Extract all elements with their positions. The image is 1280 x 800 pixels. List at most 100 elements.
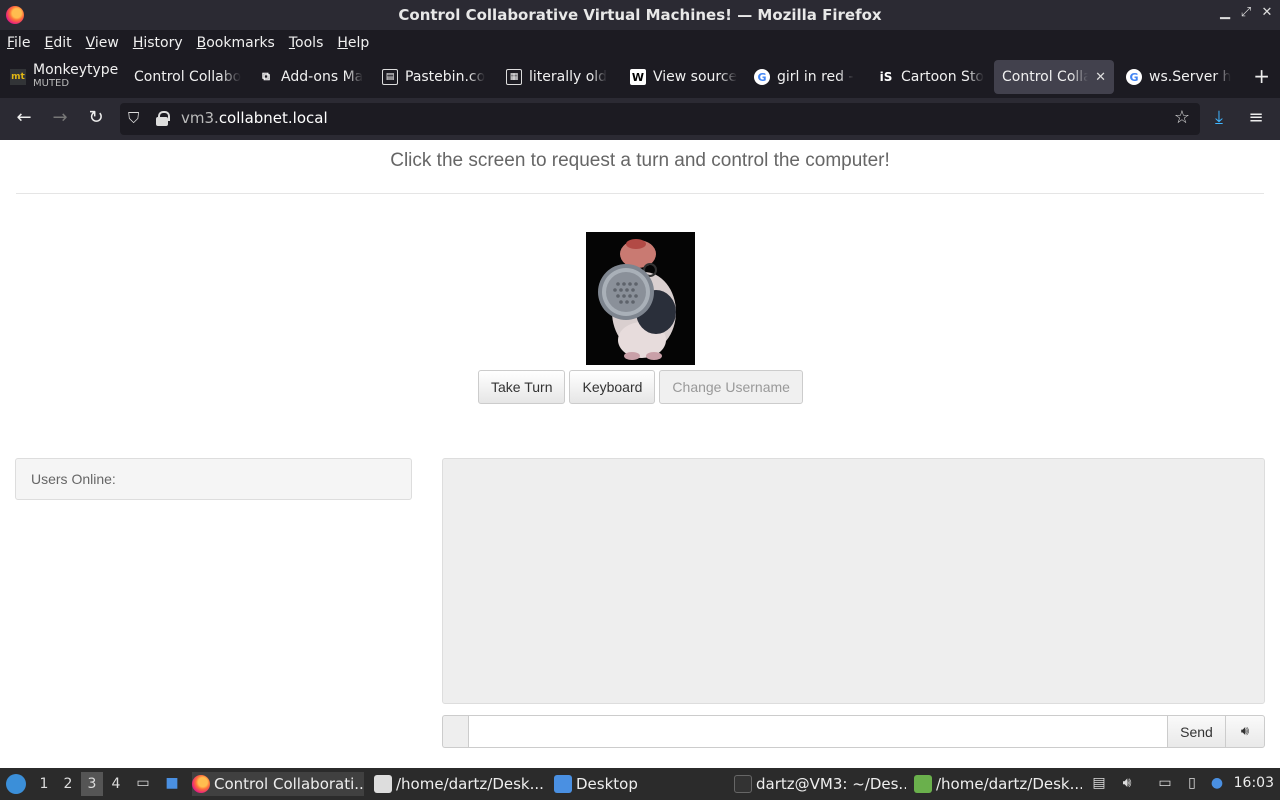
- chat-input[interactable]: [468, 715, 1168, 748]
- menu-bookmarks[interactable]: Bookmarks: [197, 35, 275, 51]
- updates-icon[interactable]: ●: [1208, 775, 1226, 793]
- navigation-bar: ← → ↻ ⛉ vm3.collabnet.local ☆ ⤓ ≡: [0, 98, 1280, 140]
- tab-view-source[interactable]: W View source: [624, 60, 742, 94]
- volume-icon[interactable]: 🔊︎: [1225, 715, 1265, 748]
- workspace-2[interactable]: 2: [57, 776, 79, 792]
- menu-history[interactable]: History: [133, 35, 183, 51]
- tab-monkeytype[interactable]: mt Monkeytype MUTED: [4, 60, 120, 94]
- task-terminal[interactable]: dartz@VM3: ~/Des...: [734, 772, 906, 796]
- image-viewer-icon: [914, 775, 932, 793]
- tab-girl-in-red[interactable]: G girl in red -: [748, 60, 866, 94]
- task-label: dartz@VM3: ~/Des...: [756, 775, 906, 793]
- firefox-icon: [192, 775, 210, 793]
- keyboard-button[interactable]: Keyboard: [569, 370, 656, 404]
- close-icon[interactable]: ✕: [1259, 5, 1275, 20]
- task-desktop-folder[interactable]: Desktop: [554, 772, 644, 796]
- take-turn-button[interactable]: Take Turn: [478, 370, 566, 404]
- new-tab-plus-icon[interactable]: +: [1253, 64, 1270, 88]
- workspace-1[interactable]: 1: [33, 776, 55, 792]
- tab-cartoon-stock[interactable]: iS Cartoon Sto: [872, 60, 990, 94]
- vm-screen[interactable]: [586, 232, 695, 365]
- start-menu-icon[interactable]: [6, 774, 26, 794]
- page-content: Click the screen to request a turn and c…: [0, 140, 1280, 768]
- change-username-button[interactable]: Change Username: [659, 370, 803, 404]
- monkeytype-icon: mt: [10, 69, 26, 85]
- tab-bar: mt Monkeytype MUTED Control Collabo ⧉ Ad…: [0, 56, 1280, 98]
- tab-label: girl in red -: [777, 69, 854, 85]
- puzzle-icon: ⧉: [262, 70, 270, 83]
- tab-label: View source: [653, 69, 738, 85]
- hamburger-menu-icon[interactable]: ≡: [1244, 107, 1268, 128]
- menu-bar: File Edit View History Bookmarks Tools H…: [0, 30, 1280, 56]
- text-editor-icon: [374, 775, 392, 793]
- tab-label: Pastebin.co: [405, 69, 486, 85]
- task-label: /home/dartz/Desk...: [396, 775, 544, 793]
- bookmark-star-icon[interactable]: ☆: [1174, 107, 1190, 128]
- document-icon: ▦: [506, 69, 522, 85]
- chat-username-addon: [442, 715, 468, 748]
- tracking-shield-icon[interactable]: ⛉: [128, 109, 139, 127]
- task-text-editor[interactable]: /home/dartz/Desk...: [374, 772, 544, 796]
- window-title: Control Collaborative Virtual Machines! …: [398, 6, 882, 24]
- forward-arrow-icon[interactable]: →: [48, 107, 72, 128]
- file-manager-launcher-icon[interactable]: ▭: [134, 775, 152, 793]
- menu-edit[interactable]: Edit: [44, 35, 71, 51]
- task-image-viewer[interactable]: /home/dartz/Desk...: [914, 772, 1082, 796]
- chat-messages-box[interactable]: [442, 458, 1265, 704]
- url-text[interactable]: vm3.collabnet.local: [181, 109, 328, 127]
- lock-icon[interactable]: [156, 111, 170, 126]
- tab-label: ws.Server h: [1149, 69, 1232, 85]
- vm-screen-image: [586, 232, 695, 365]
- users-online-heading: Users Online:: [31, 471, 116, 487]
- tab-label: Control Collabo: [134, 69, 242, 85]
- workspace-3[interactable]: 3: [81, 772, 103, 796]
- cartoonstock-icon: iS: [879, 70, 893, 84]
- tab-label: Monkeytype: [33, 62, 119, 78]
- window-titlebar: Control Collaborative Virtual Machines! …: [0, 0, 1280, 30]
- workspace-4[interactable]: 4: [105, 776, 127, 792]
- clipboard-icon[interactable]: ▯: [1183, 775, 1201, 793]
- tab-label: literally old: [529, 69, 608, 85]
- google-icon: G: [754, 69, 770, 85]
- divider: [16, 193, 1264, 194]
- volume-tray-icon[interactable]: 🔊︎: [1118, 775, 1136, 793]
- instruction-text: Click the screen to request a turn and c…: [390, 150, 890, 171]
- minimize-icon[interactable]: ▁: [1217, 5, 1233, 20]
- task-label: /home/dartz/Desk...: [936, 775, 1082, 793]
- google-icon: G: [1126, 69, 1142, 85]
- folder-icon: [554, 775, 572, 793]
- menu-view[interactable]: View: [86, 35, 119, 51]
- tab-addons[interactable]: ⧉ Add-ons Ma: [252, 60, 370, 94]
- tab-control-collab-1[interactable]: Control Collabo: [128, 60, 246, 94]
- task-label: Desktop: [576, 775, 638, 793]
- terminal-icon: [734, 775, 752, 793]
- tab-label: Control Colla: [1002, 69, 1088, 85]
- back-arrow-icon[interactable]: ←: [12, 107, 36, 128]
- taskbar: 1 2 3 4 ▭ ■ Control Collaborati... /home…: [0, 768, 1280, 800]
- menu-file[interactable]: File: [7, 35, 30, 51]
- tab-ws-server[interactable]: G ws.Server h: [1120, 60, 1238, 94]
- url-bar[interactable]: ⛉ vm3.collabnet.local ☆: [120, 103, 1200, 135]
- reload-icon[interactable]: ↻: [84, 107, 108, 128]
- pastebin-icon: ▤: [382, 69, 398, 85]
- menu-help[interactable]: Help: [337, 35, 369, 51]
- desktop-launcher-icon[interactable]: ■: [163, 775, 181, 793]
- tab-muted-label: MUTED: [33, 78, 70, 89]
- clock[interactable]: 16:03: [1234, 775, 1274, 791]
- tab-literally-old[interactable]: ▦ literally old: [500, 60, 618, 94]
- downloads-icon[interactable]: ⤓: [1207, 107, 1231, 128]
- control-buttons: Take Turn Keyboard Change Username: [478, 370, 803, 404]
- network-icon[interactable]: ▭: [1156, 775, 1174, 793]
- wikipedia-icon: W: [630, 69, 646, 85]
- send-button[interactable]: Send: [1167, 715, 1226, 748]
- menu-tools[interactable]: Tools: [289, 35, 324, 51]
- task-label: Control Collaborati...: [214, 775, 364, 793]
- trash-icon[interactable]: ▤: [1090, 775, 1108, 793]
- task-firefox[interactable]: Control Collaborati...: [192, 772, 364, 796]
- tab-control-collab-active[interactable]: Control Colla ✕: [994, 60, 1114, 94]
- close-tab-icon[interactable]: ✕: [1095, 70, 1106, 85]
- tab-label: Cartoon Sto: [901, 69, 984, 85]
- tab-pastebin[interactable]: ▤ Pastebin.co: [376, 60, 494, 94]
- tab-label: Add-ons Ma: [281, 69, 364, 85]
- restore-icon[interactable]: ⤢: [1238, 5, 1254, 20]
